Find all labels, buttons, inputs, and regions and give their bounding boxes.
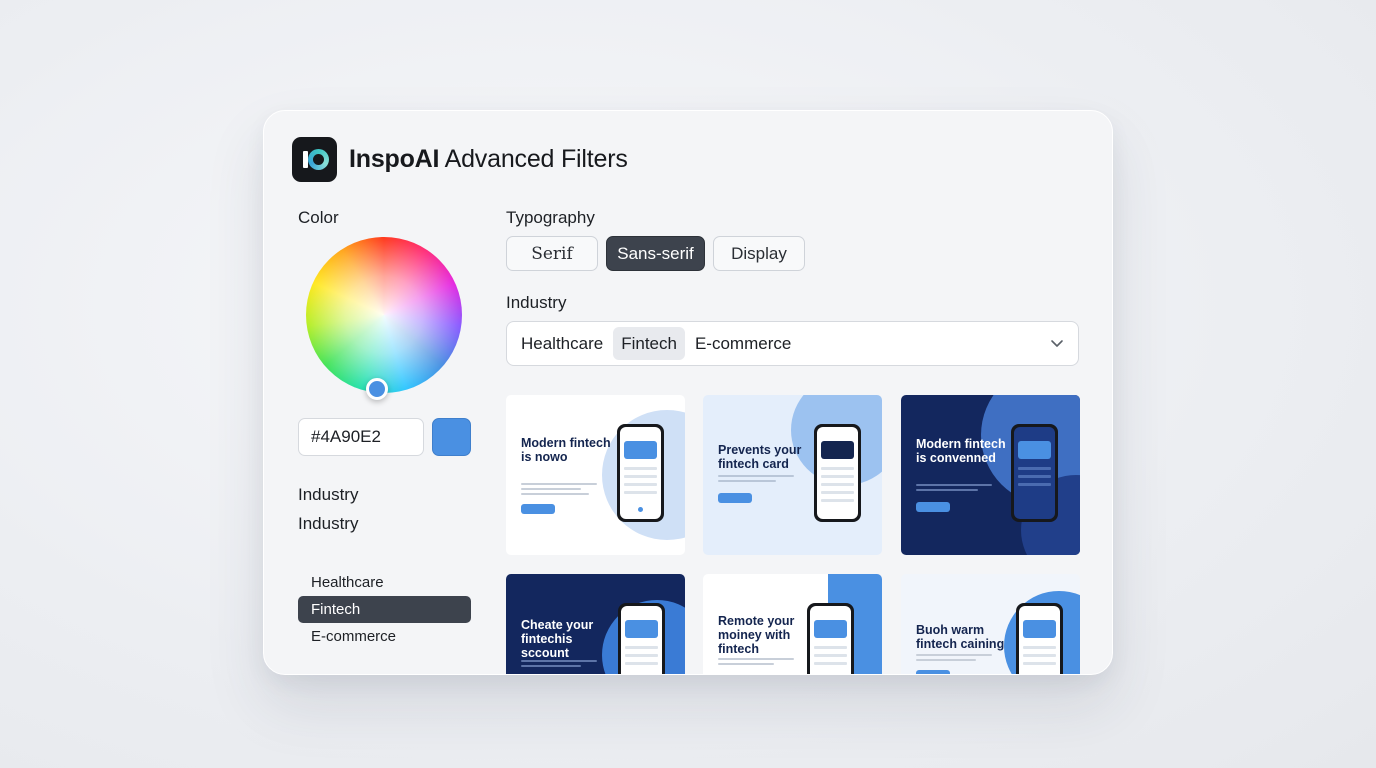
card-cta-button (521, 504, 555, 514)
card-cta-button (916, 502, 950, 512)
industry-chip-fintech[interactable]: Fintech (613, 327, 685, 360)
color-swatch[interactable] (432, 418, 471, 456)
sidebar-item-healthcare[interactable]: Healthcare (298, 569, 471, 596)
industry-label: Industry (506, 293, 567, 312)
typography-serif-button[interactable]: Serif (506, 236, 598, 271)
advanced-filters-panel: InspoAI Advanced Filters Color Industry … (263, 110, 1113, 675)
typography-sans-serif-button[interactable]: Sans-serif (606, 236, 705, 271)
chevron-down-icon[interactable] (1050, 336, 1064, 350)
industry-select[interactable]: Healthcare Fintech E-commerce (506, 321, 1079, 366)
header: InspoAI Advanced Filters (292, 137, 628, 182)
card-heading: Modern fintech is convenned (916, 437, 1006, 465)
phone-mockup (1016, 603, 1063, 674)
card-cta-button (718, 493, 752, 503)
typography-display-button[interactable]: Display (713, 236, 805, 271)
industry-chip-ecommerce[interactable]: E-commerce (687, 327, 799, 360)
industry-chip-healthcare[interactable]: Healthcare (513, 327, 611, 360)
color-wheel-handle[interactable] (366, 378, 388, 400)
results-grid: Modern fintech is nowo Prevents your fin… (506, 395, 1080, 674)
card-body-text (718, 475, 794, 485)
color-label: Color (298, 208, 339, 227)
card-body-text (916, 654, 992, 664)
title-suffix: Advanced Filters (439, 145, 628, 173)
result-card[interactable]: Buoh warm fintech caining (901, 574, 1080, 674)
phone-mockup (618, 603, 665, 674)
sidebar-industry-label: Industry (298, 485, 359, 504)
card-heading: Buoh warm fintech caining (916, 623, 1005, 651)
card-body-text (521, 483, 597, 498)
page-title: InspoAI Advanced Filters (349, 145, 628, 174)
sidebar-industry-sublabel: Industry (298, 514, 359, 533)
result-card[interactable]: Cheate your fintechis sccount (506, 574, 685, 674)
result-card[interactable]: Prevents your fintech card (703, 395, 882, 555)
card-cta-button (916, 670, 950, 674)
inspoai-logo-icon (292, 137, 337, 182)
sidebar-item-ecommerce[interactable]: E-commerce (298, 623, 471, 650)
industry-list: Healthcare Fintech E-commerce (298, 569, 471, 650)
phone-mockup (1011, 424, 1058, 522)
brand-name: InspoAI (349, 145, 440, 173)
phone-mockup (807, 603, 854, 674)
card-heading: Cheate your fintechis sccount (521, 618, 594, 660)
result-card[interactable]: Modern fintech is nowo (506, 395, 685, 555)
typography-options: Serif Sans-serif Display (506, 236, 805, 271)
card-heading: Remote your moiney with fintech (718, 614, 795, 656)
card-heading: Modern fintech is nowo (521, 436, 611, 464)
color-wheel-spectrum[interactable] (306, 237, 462, 393)
card-body-text (718, 658, 794, 668)
sidebar-item-fintech[interactable]: Fintech (298, 596, 471, 623)
hex-color-input[interactable] (298, 418, 424, 456)
card-heading: Prevents your fintech card (718, 443, 802, 471)
result-card[interactable]: Remote your moiney with fintech (703, 574, 882, 674)
phone-mockup (814, 424, 861, 522)
card-body-text (521, 660, 597, 670)
color-wheel[interactable] (306, 237, 462, 400)
result-card[interactable]: Modern fintech is convenned (901, 395, 1080, 555)
card-body-text (916, 484, 992, 494)
typography-label: Typography (506, 208, 595, 227)
phone-mockup (617, 424, 664, 522)
